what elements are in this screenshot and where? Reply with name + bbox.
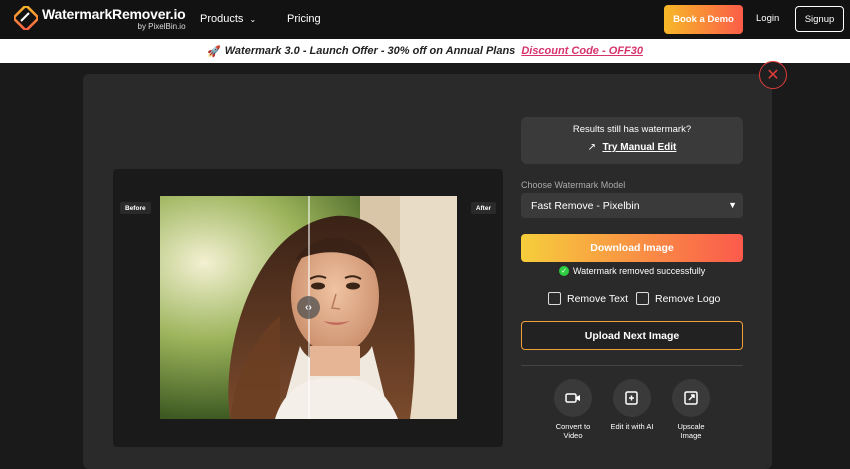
remove-logo-checkbox[interactable]: Remove Logo xyxy=(636,292,720,305)
nav-products[interactable]: Products ⌄ xyxy=(200,13,256,25)
upload-next-image-button[interactable]: Upload Next Image xyxy=(521,321,743,350)
compare-slider-handle[interactable]: ‹› xyxy=(297,296,320,319)
download-image-button[interactable]: Download Image xyxy=(521,234,743,262)
logo[interactable]: WatermarkRemover.io by PixelBin.io xyxy=(14,6,186,31)
video-icon[interactable] xyxy=(554,379,592,417)
login-link[interactable]: Login xyxy=(756,13,779,24)
ai-edit-icon[interactable] xyxy=(613,379,651,417)
logo-title: WatermarkRemover.io xyxy=(42,6,186,22)
nav-products-label: Products xyxy=(200,13,244,25)
close-icon[interactable]: ✕ xyxy=(759,61,787,89)
success-message: ✓ Watermark removed successfully xyxy=(559,266,705,276)
nav-pricing[interactable]: Pricing xyxy=(287,13,321,25)
tool-convert-to-video[interactable]: Convert to Video xyxy=(548,379,598,440)
logo-icon xyxy=(14,6,38,30)
watermark-model-select[interactable]: Fast Remove - Pixelbin ▼ xyxy=(521,193,743,218)
model-selected-value: Fast Remove - Pixelbin xyxy=(531,199,640,212)
remove-logo-label: Remove Logo xyxy=(655,292,721,305)
promo-banner: 🚀 Watermark 3.0 - Launch Offer - 30% off… xyxy=(0,39,850,63)
manual-edit-card: Results still has watermark? ↗ Try Manua… xyxy=(521,117,743,164)
caret-down-icon: ▼ xyxy=(728,200,737,210)
after-label: After xyxy=(470,202,496,214)
try-manual-edit-link[interactable]: Try Manual Edit xyxy=(602,142,676,153)
logo-subtitle: by PixelBin.io xyxy=(137,22,186,31)
discount-code-link[interactable]: Discount Code - OFF30 xyxy=(521,45,643,57)
model-select-label: Choose Watermark Model xyxy=(521,180,626,190)
promo-text: Watermark 3.0 - Launch Offer - 30% off o… xyxy=(224,45,516,57)
divider xyxy=(521,365,743,366)
remove-text-checkbox[interactable]: Remove Text xyxy=(548,292,628,305)
chevron-down-icon: ⌄ xyxy=(249,15,257,24)
top-navbar: WatermarkRemover.io by PixelBin.io Produ… xyxy=(0,0,850,39)
tool-upscale-image[interactable]: Upscale Image xyxy=(666,379,716,440)
before-label: Before xyxy=(120,202,151,214)
book-demo-button[interactable]: Book a Demo xyxy=(664,5,743,34)
rocket-icon: 🚀 xyxy=(207,45,221,58)
upscale-icon[interactable] xyxy=(672,379,710,417)
remove-text-label: Remove Text xyxy=(567,292,629,305)
external-link-icon: ↗ xyxy=(587,142,597,153)
tool-label: Convert to Video xyxy=(555,422,591,440)
checkbox-box[interactable] xyxy=(548,292,561,305)
checkbox-box[interactable] xyxy=(636,292,649,305)
tool-label: Edit it with AI xyxy=(610,422,654,431)
tool-edit-with-ai[interactable]: Edit it with AI xyxy=(607,379,657,431)
check-icon: ✓ xyxy=(559,266,569,276)
manual-edit-question: Results still has watermark? xyxy=(572,124,692,135)
success-text: Watermark removed successfully xyxy=(573,266,706,276)
signup-button[interactable]: Signup xyxy=(795,6,844,32)
tool-label: Upscale Image xyxy=(677,422,705,440)
